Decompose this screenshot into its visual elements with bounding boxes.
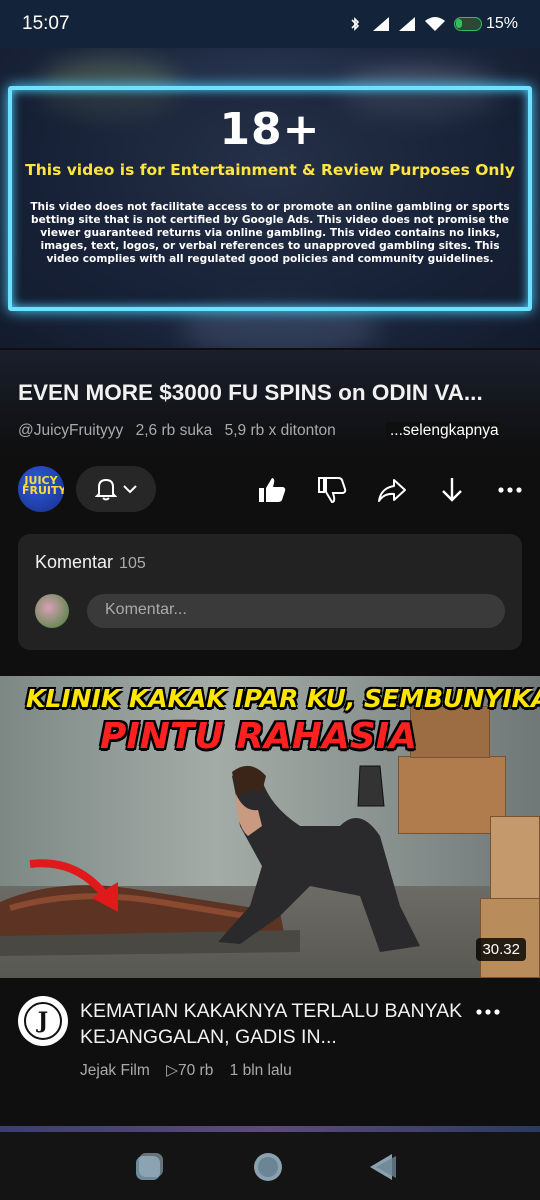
status-time: 15:07 xyxy=(22,13,70,34)
more-icon[interactable] xyxy=(494,474,526,506)
back-icon[interactable] xyxy=(366,1150,400,1184)
video-title[interactable]: EVEN MORE $3000 FU SPINS on ODIN VA... xyxy=(18,380,528,406)
bluetooth-icon xyxy=(351,17,360,31)
warning-disclaimer: This video does not facilitate access to… xyxy=(30,201,510,265)
next-video-meta: Jejak Film ▷70 rb 1 bln lalu xyxy=(80,1061,304,1080)
download-icon[interactable] xyxy=(436,474,468,506)
chevron-down-icon xyxy=(123,485,137,494)
signal-icon xyxy=(398,17,415,31)
warning-headline: This video is for Entertainment & Review… xyxy=(25,161,515,179)
channel-avatar[interactable]: JUICY FRUITY xyxy=(18,466,64,512)
next-channel-name: Jejak Film xyxy=(80,1062,150,1079)
video-player[interactable]: 18+ This video is for Entertainment & Re… xyxy=(0,48,540,348)
battery-icon: 15% xyxy=(453,15,518,33)
thumbnail-caption-line1: KLINIK KAKAK IPAR KU, SEMBUNYIKAN xyxy=(26,684,540,713)
next-upload-age: 1 bln lalu xyxy=(229,1062,292,1079)
wifi-icon xyxy=(424,17,445,31)
channel-handle: @JuicyFruityyy xyxy=(18,422,124,439)
thumbnail-caption-line2: PINTU RAHASIA xyxy=(100,716,417,757)
user-avatar xyxy=(35,594,69,628)
show-more-link[interactable]: ...selengkapnya xyxy=(386,422,499,440)
status-bar: 15:07 15% xyxy=(0,0,540,48)
system-nav-bar xyxy=(0,1132,540,1200)
next-video-thumbnail[interactable]: KLINIK KAKAK IPAR KU, SEMBUNYIKAN PINTU … xyxy=(0,676,540,978)
dislike-icon[interactable] xyxy=(316,474,348,506)
age-warning-panel: 18+ This video is for Entertainment & Re… xyxy=(8,86,532,311)
comments-header: Komentar 105 xyxy=(35,552,146,573)
comments-count: 105 xyxy=(119,555,146,572)
next-view-count: ▷70 rb xyxy=(166,1062,214,1079)
next-video-title[interactable]: KEMATIAN KAKAKNYA TERLALU BANYAK KEJANGG… xyxy=(80,998,470,1050)
like-count: 2,6 rb suka xyxy=(135,422,213,439)
view-count: 5,9 rb x ditonton xyxy=(224,422,336,439)
comments-card[interactable]: Komentar 105 Komentar... xyxy=(18,534,522,650)
next-video-more-icon[interactable] xyxy=(472,1000,504,1024)
video-meta[interactable]: @JuicyFruityyy 2,6 rb suka 5,9 rb x dito… xyxy=(18,422,518,440)
comments-label: Komentar xyxy=(35,552,114,572)
bell-icon xyxy=(95,478,117,501)
age-badge: 18+ xyxy=(219,104,321,155)
recents-icon[interactable] xyxy=(132,1150,166,1184)
channel-action-row: JUICY FRUITY xyxy=(18,466,522,512)
subscription-bell-button[interactable] xyxy=(76,466,156,512)
next-channel-avatar[interactable]: J xyxy=(18,996,68,1046)
video-duration: 30.32 xyxy=(476,938,526,961)
next-channel-initial: J xyxy=(24,1002,62,1040)
signal-icon xyxy=(372,17,389,31)
battery-level: 15% xyxy=(485,15,518,32)
share-icon[interactable] xyxy=(376,474,408,506)
like-icon[interactable] xyxy=(256,474,288,506)
comment-input[interactable]: Komentar... xyxy=(87,594,505,628)
status-icons: 15% xyxy=(346,15,518,33)
channel-logo-text: JUICY FRUITY xyxy=(22,474,64,497)
home-icon[interactable] xyxy=(251,1150,285,1184)
